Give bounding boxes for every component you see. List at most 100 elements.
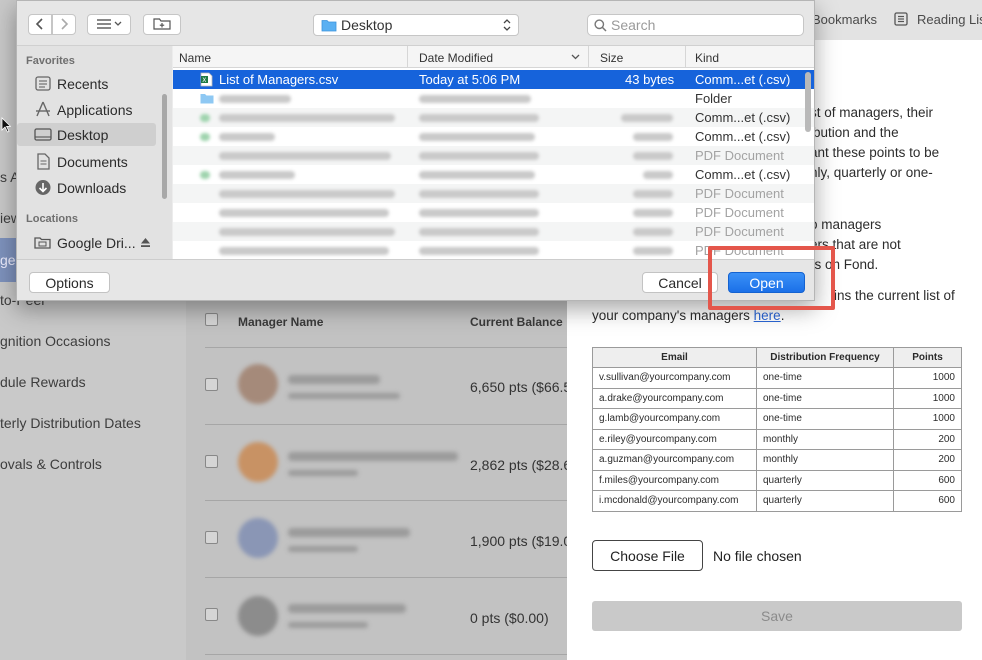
background-sidebar-item[interactable]: ovals & Controls: [0, 456, 102, 472]
file-list-scrollbar[interactable]: [805, 72, 811, 132]
svg-text:X: X: [202, 77, 206, 84]
column-header-name[interactable]: Name: [179, 51, 211, 65]
file-row[interactable]: PDF Document: [173, 146, 814, 165]
table-row: e.riley@yourcompany.com monthly 200: [592, 428, 962, 450]
sort-chevron-down-icon: [571, 54, 580, 60]
file-row[interactable]: Comm...et (.csv): [173, 108, 814, 127]
file-row[interactable]: Folder: [173, 89, 814, 108]
search-input[interactable]: Search: [587, 14, 804, 36]
sidebar-item-documents[interactable]: Documents: [17, 150, 156, 173]
blurred-name: [288, 604, 406, 613]
favorites-header: Favorites: [26, 55, 75, 67]
blurred-file-name: [219, 152, 391, 160]
managers-list-link[interactable]: here: [754, 308, 781, 323]
bookmarks-link[interactable]: Bookmarks: [812, 12, 877, 27]
column-divider: [685, 46, 686, 68]
avatar: [238, 518, 278, 558]
sidebar-item-recents[interactable]: Recents: [17, 72, 156, 95]
browser-bookmarks-bar: Bookmarks Reading Lis: [812, 0, 982, 40]
column-header-date-modified[interactable]: Date Modified: [419, 51, 493, 65]
instructions-line: ins the current list of: [834, 288, 955, 303]
table-row: a.drake@yourcompany.com one-time 1000: [592, 387, 962, 409]
background-sidebar-item[interactable]: ge: [0, 252, 16, 268]
back-button[interactable]: [28, 14, 52, 35]
row-checkbox[interactable]: [205, 608, 218, 621]
sidebar-item-applications[interactable]: Applications: [17, 98, 156, 121]
file-row[interactable]: PDF Document: [173, 222, 814, 241]
balance-value: 6,650 pts ($66.5: [470, 379, 567, 395]
new-folder-button[interactable]: [143, 14, 181, 35]
save-button[interactable]: Save: [592, 601, 962, 631]
blurred-file-date: [419, 114, 539, 122]
file-open-dialog: Desktop Search Favorites Recents Applica…: [16, 0, 815, 301]
blurred-file-name: [219, 114, 395, 122]
file-row[interactable]: PDF Document: [173, 184, 814, 203]
file-row[interactable]: Comm...et (.csv): [173, 165, 814, 184]
row-checkbox[interactable]: [205, 531, 218, 544]
blurred-file-size: [633, 190, 673, 198]
points-cell: 1000: [893, 408, 962, 430]
blurred-file-name: [219, 133, 275, 141]
sidebar-item-desktop[interactable]: Desktop: [17, 123, 156, 146]
eject-icon[interactable]: [140, 237, 151, 248]
column-header-current-balance[interactable]: Current Balance: [470, 315, 563, 329]
forward-button[interactable]: [52, 14, 76, 35]
select-all-checkbox[interactable]: [205, 313, 218, 326]
row-checkbox[interactable]: [205, 455, 218, 468]
file-row-selected[interactable]: X List of Managers.csv Today at 5:06 PM …: [173, 70, 814, 89]
blurred-file-date: [419, 209, 539, 217]
blurred-file-date: [419, 247, 539, 255]
column-header-kind[interactable]: Kind: [695, 51, 719, 65]
background-sidebar-item[interactable]: gnition Occasions: [0, 333, 111, 349]
example-csv-table: Email Distribution Frequency Points v.su…: [592, 347, 962, 512]
sidebar-item-label: Documents: [57, 154, 128, 170]
column-header-manager-name[interactable]: Manager Name: [238, 315, 323, 329]
choose-file-button[interactable]: Choose File: [592, 540, 703, 571]
location-label: Desktop: [341, 17, 393, 33]
background-sidebar-item[interactable]: terly Distribution Dates: [0, 415, 141, 431]
sidebar-item-google-drive[interactable]: Google Dri...: [17, 231, 156, 254]
row-checkbox[interactable]: [205, 378, 218, 391]
cancel-button[interactable]: Cancel: [642, 272, 718, 293]
sidebar-item-downloads[interactable]: Downloads: [17, 176, 156, 199]
file-list: Name Date Modified Size Kind X List of M…: [173, 46, 814, 259]
sidebar-item-label: Recents: [57, 76, 109, 92]
reading-list-link[interactable]: Reading Lis: [917, 12, 982, 27]
table-row: a.guzman@yourcompany.com monthly 200: [592, 449, 962, 471]
points-cell: 1000: [893, 367, 962, 389]
reading-list-icon: [894, 12, 908, 26]
file-list-header: Name Date Modified Size Kind: [173, 46, 814, 68]
background-sidebar-item[interactable]: dule Rewards: [0, 374, 86, 390]
file-row[interactable]: PDF Document: [173, 203, 814, 222]
csv-file-icon: [200, 114, 210, 122]
frequency-cell: monthly: [756, 428, 894, 450]
folder-icon: [200, 94, 214, 104]
divider: [205, 500, 567, 501]
sidebar-scrollbar[interactable]: [162, 94, 167, 199]
instructions-line: ant these points to be: [810, 145, 940, 160]
download-icon: [35, 180, 51, 195]
blurred-file-size: [621, 114, 673, 122]
blurred-file-size: [633, 209, 673, 217]
options-button[interactable]: Options: [29, 272, 110, 293]
file-size: 43 bytes: [625, 72, 675, 87]
file-row[interactable]: Comm...et (.csv): [173, 127, 814, 146]
file-kind: PDF Document: [695, 224, 784, 239]
table-header-points: Points: [893, 347, 962, 368]
file-kind: Comm...et (.csv): [695, 72, 791, 87]
location-selector[interactable]: Desktop: [313, 14, 519, 36]
frequency-cell: quarterly: [756, 490, 894, 512]
blurred-file-size: [633, 247, 673, 255]
column-divider: [588, 46, 589, 68]
column-header-size[interactable]: Size: [600, 51, 623, 65]
email-cell: i.mcdonald@yourcompany.com: [592, 490, 757, 512]
blurred-file-date: [419, 152, 539, 160]
view-options-button[interactable]: [87, 14, 131, 35]
points-cell: 200: [893, 449, 962, 471]
divider: [205, 654, 567, 655]
sidebar-item-label: Downloads: [57, 180, 127, 196]
divider: [205, 577, 567, 578]
blurred-file-date: [419, 190, 539, 198]
file-name: List of Managers.csv: [219, 72, 339, 87]
file-kind: PDF Document: [695, 148, 784, 163]
